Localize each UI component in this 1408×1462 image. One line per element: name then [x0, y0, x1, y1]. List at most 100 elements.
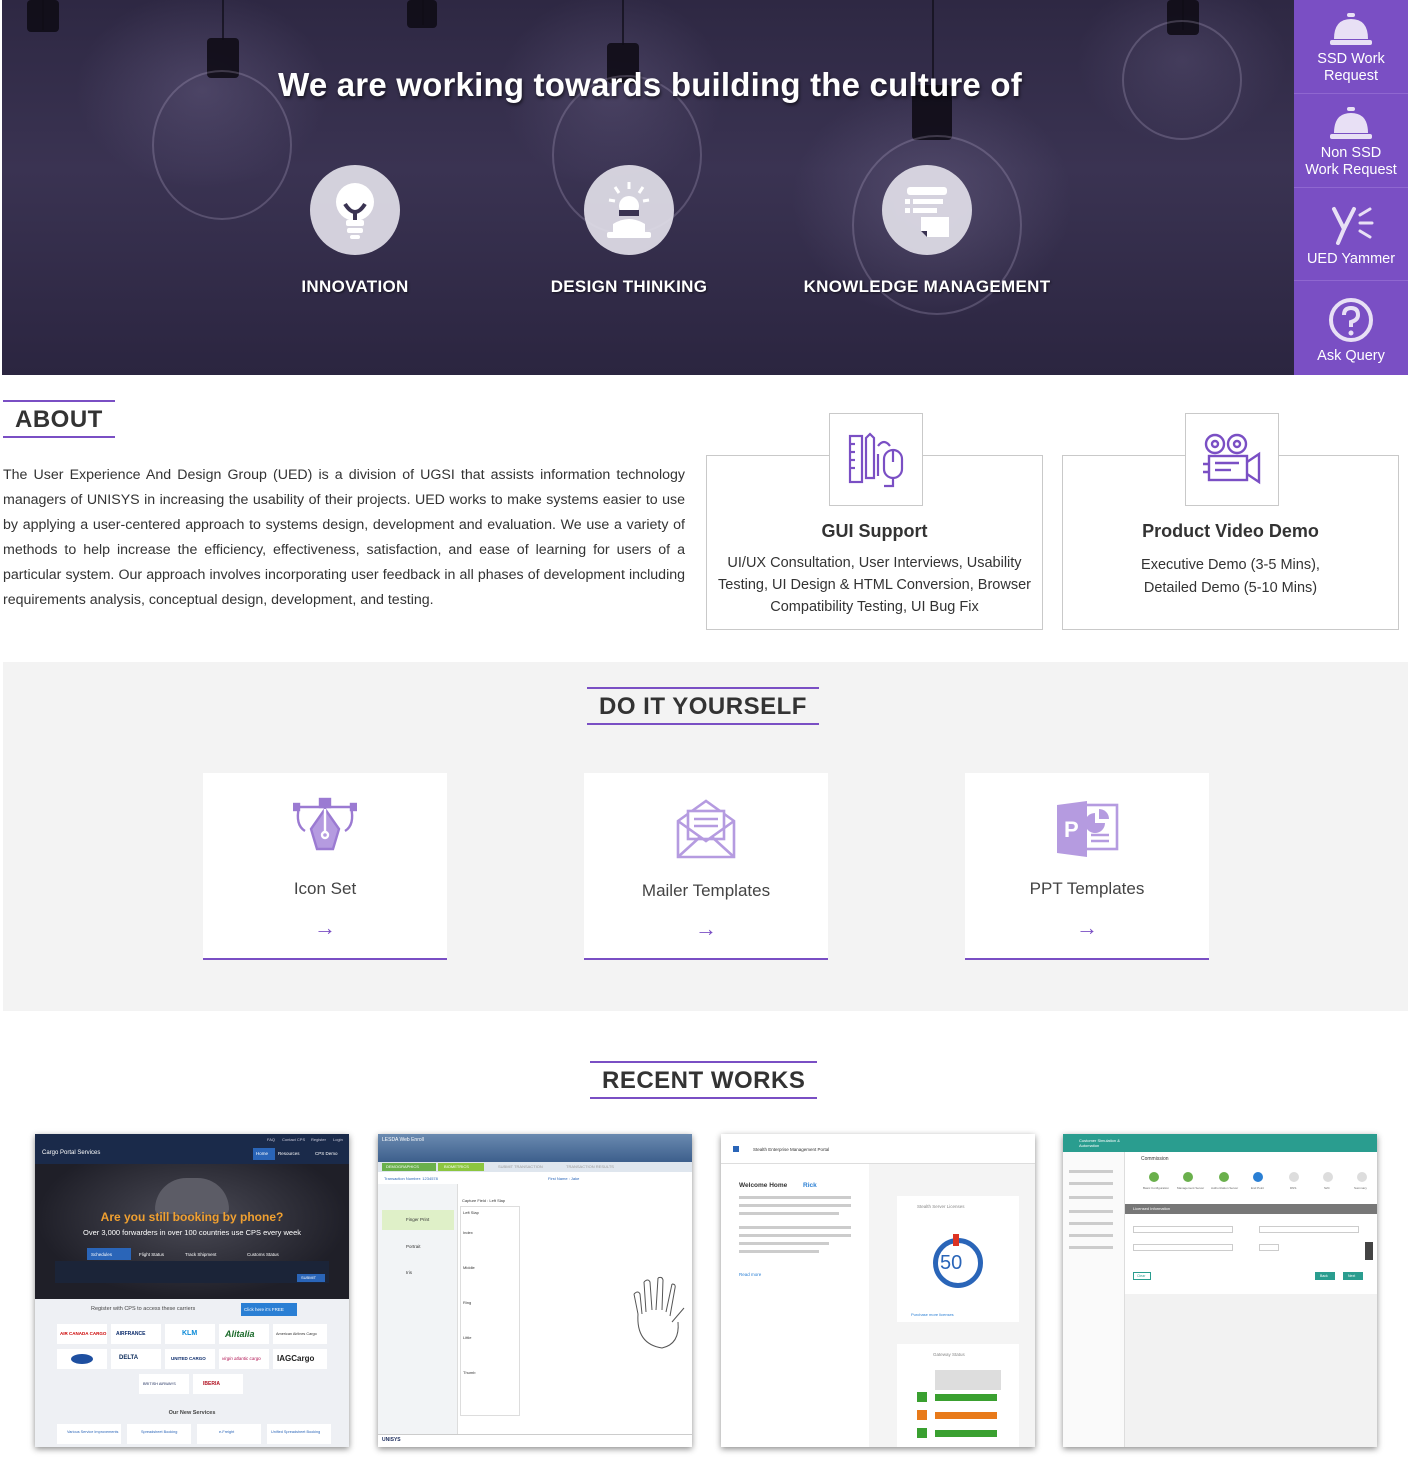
lesda-finger: Middle [463, 1265, 475, 1270]
lesda-step: SUBMIT TRANSACTION [498, 1164, 543, 1169]
diy-card-ppt-templates[interactable]: P PPT Templates → [965, 773, 1209, 960]
sim-step-label: End Point [1251, 1186, 1265, 1190]
stealth-panel-title: Gateway Status [933, 1352, 965, 1357]
sim-step-label: Authorization Server [1211, 1186, 1239, 1190]
sim-side-line [1069, 1210, 1113, 1213]
cargo-service-tile: Various Service Improvements [57, 1424, 121, 1444]
stealth-purchase-link: Purchase more licenses [911, 1312, 954, 1317]
bulb-socket [27, 0, 59, 32]
sidebar-item-ssd-work-request[interactable]: SSD Work Request [1294, 0, 1408, 94]
sim-section: Commission [1141, 1156, 1169, 1162]
cargo-tab: Flight Status [139, 1252, 165, 1257]
gateway-status-bar [935, 1394, 997, 1401]
gateway-status-bar [935, 1412, 997, 1419]
carrier-logo: AIRFRANCE [111, 1324, 161, 1344]
svg-text:P: P [1064, 817, 1079, 842]
carrier-logo [57, 1349, 107, 1369]
carrier-logo: DELTA [111, 1349, 161, 1369]
gateway-status-square [917, 1410, 927, 1420]
lesda-footer [378, 1434, 692, 1447]
cargo-headline: Are you still booking by phone? [100, 1210, 284, 1224]
cargo-service-tile: e-Freight [197, 1424, 261, 1444]
sim-step-label: Basic Configuration [1143, 1186, 1170, 1190]
bulb-socket [407, 0, 437, 28]
recent-work-lesda-web-enroll[interactable]: LESDA Web Enroll DEMOGRAPHICS BIOMETRICS… [378, 1134, 692, 1447]
carrier-logo: IBERIA [193, 1374, 243, 1394]
sim-clear-label: Clear [1137, 1274, 1146, 1278]
cargo-tab: Track Shipment [185, 1252, 217, 1257]
lesda-side-item: Iris [406, 1270, 412, 1275]
carrier-name: UNITED CARGO [171, 1356, 206, 1361]
cargo-nav-link: CPS Demo [315, 1151, 338, 1156]
gateway-summary [935, 1370, 1001, 1390]
cargo-tab: Schedules [91, 1252, 113, 1257]
carrier-emblem [71, 1354, 93, 1364]
pillar-innovation: INNOVATION [260, 165, 450, 297]
cargo-tab: Customs Status [247, 1252, 279, 1257]
gateway-status-square [917, 1428, 927, 1438]
recent-work-customer-simulation[interactable]: Customer Simulation & Automation Commiss… [1063, 1134, 1377, 1447]
carrier-logo: BRITISH AIRWAYS [139, 1374, 189, 1394]
lesda-step: DEMOGRAPHICS [386, 1164, 419, 1169]
sim-step-dot [1323, 1172, 1333, 1182]
carrier-logo: AIR CANADA CARGO [57, 1324, 107, 1344]
carrier-name: Alitalia [225, 1329, 255, 1339]
sim-next-label: Next [1348, 1274, 1356, 1278]
cargo-submit-label: SUBMIT [301, 1275, 317, 1280]
lesda-finger: Little [463, 1335, 472, 1340]
sidebar-item-label: SSD Work [1317, 50, 1385, 67]
sidebar-item-label: Ask Query [1317, 348, 1385, 364]
sidebar-item-ask-query[interactable]: Ask Query [1294, 281, 1408, 375]
license-gauge-marker [953, 1234, 959, 1246]
pillar-knowledge-management: KNOWLEDGE MANAGEMENT [802, 165, 1052, 297]
hero-banner: We are working towards building the cult… [2, 0, 1294, 375]
recent-work-stealth-portal[interactable]: Stealth Enterprise Management Portal Wel… [721, 1134, 1035, 1447]
stealth-text-line [739, 1212, 839, 1215]
service-bell-icon [1330, 106, 1372, 139]
sidebar-item-label: UED Yammer [1306, 251, 1396, 268]
sim-side-line [1069, 1222, 1113, 1225]
sim-step-dot [1183, 1172, 1193, 1182]
envelope-icon [676, 799, 736, 859]
cargo-service: Various Service Improvements [67, 1430, 119, 1434]
service-bell-icon [1330, 12, 1372, 45]
pen-tool-icon [293, 797, 357, 851]
arrow-right-icon: → [314, 915, 336, 940]
sidebar-item-label: Request [1323, 67, 1378, 84]
sidebar-item-non-ssd-work-request[interactable]: Non SSD Work Request [1294, 94, 1408, 188]
stealth-text-line [739, 1196, 851, 1199]
lesda-capture-field: Capture Field : Left Slap [462, 1198, 506, 1203]
cargo-register-text: Register with CPS to access these carrie… [91, 1306, 196, 1312]
hand-outline-icon [633, 1276, 685, 1349]
sidebar-item-ued-yammer[interactable]: UED Yammer [1294, 188, 1408, 282]
question-icon [1329, 298, 1373, 342]
stealth-text-line [739, 1250, 819, 1253]
thinker-icon [584, 165, 674, 255]
carrier-logo: IAGCargo [273, 1349, 327, 1369]
lesda-finger: Left Slap [463, 1210, 479, 1215]
sim-input [1133, 1244, 1233, 1251]
diy-card-mailer-templates[interactable]: Mailer Templates → [584, 773, 828, 960]
sim-step-dot [1219, 1172, 1229, 1182]
sim-select [1133, 1226, 1233, 1233]
sim-step-dot [1149, 1172, 1159, 1182]
cargo-service: Unified Spreadsheet Booking [271, 1430, 321, 1434]
documents-icon [882, 165, 972, 255]
sim-step-label: Summary [1354, 1186, 1367, 1190]
yammer-icon [1332, 207, 1374, 246]
pillar-label: KNOWLEDGE MANAGEMENT [803, 277, 1051, 296]
stealth-text-line [739, 1204, 851, 1207]
unisys-logo: UNISYS [382, 1437, 401, 1443]
carrier-name: AIRFRANCE [116, 1331, 146, 1337]
recent-work-cargo-portal[interactable]: Cargo Portal Services FAQ Contact CPS Re… [35, 1134, 349, 1447]
stealth-text-line [739, 1242, 829, 1245]
lesda-transaction: Transaction Number: 1234578 [384, 1176, 438, 1181]
sim-side-line [1069, 1246, 1113, 1249]
cargo-service-tile: Unified Spreadsheet Booking [267, 1424, 331, 1444]
carrier-logo: Alitalia [219, 1324, 269, 1344]
diy-card-icon-set[interactable]: Icon Set → [203, 773, 447, 960]
design-tools-icon [829, 413, 923, 506]
recent-works-heading: RECENT WORKS [590, 1061, 818, 1099]
service-card-gui-support: GUI Support UI/UX Consultation, User Int… [706, 413, 1043, 630]
sim-step-label: DNS [1290, 1186, 1297, 1190]
